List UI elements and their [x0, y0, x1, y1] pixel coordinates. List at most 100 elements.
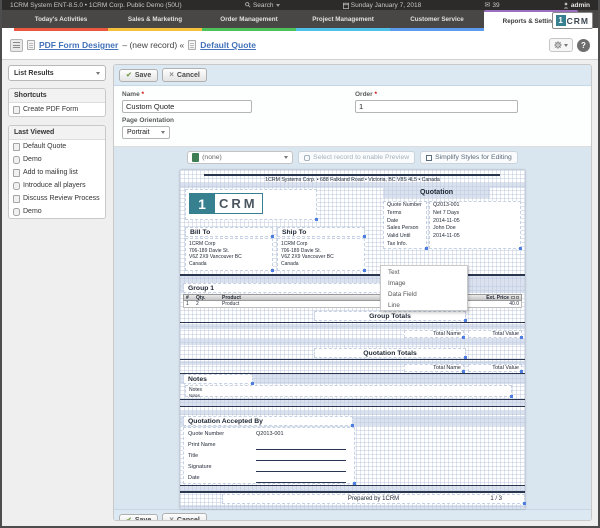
signature-line [256, 482, 346, 483]
pdf-notes-title[interactable]: Notes [183, 374, 254, 385]
designer-context-menu: Text Image Data Field Line [380, 265, 468, 311]
simplify-styles-label: Simplify Styles for Editing [435, 154, 512, 161]
pdf-total-name-cell[interactable]: Total Name [404, 364, 465, 373]
pdf-group-totals-title[interactable]: Group Totals [314, 311, 467, 322]
pdf-total-value-cell[interactable]: Total Value [468, 330, 523, 339]
name-input[interactable] [122, 100, 252, 113]
pdf-total-value-cell[interactable]: Total Value [468, 364, 523, 373]
context-menu-item-line[interactable]: Line [381, 299, 467, 310]
pdf-notes-block[interactable]: Notes Notes [185, 385, 513, 398]
simplify-styles-button[interactable]: Simplify Styles for Editing [420, 151, 518, 164]
calendar-widget[interactable]: Sunday January 7, 2018 [342, 2, 421, 9]
save-button-bottom[interactable]: ✔ Save [119, 513, 159, 521]
list-results-dropdown[interactable]: List Results [8, 65, 106, 81]
pdf-band [180, 339, 525, 345]
notes-line: Notes [189, 393, 200, 398]
check-icon: ✔ [126, 516, 132, 521]
preview-icon [304, 154, 311, 161]
pdf-ship-to-title[interactable]: Ship To [277, 227, 366, 238]
pdf-section-rule[interactable] [180, 485, 525, 486]
required-marker: * [374, 91, 378, 98]
context-menu-item-data-field[interactable]: Data Field [381, 288, 467, 299]
cancel-button[interactable]: × Cancel [162, 68, 207, 82]
pdf-quotation-totals-title[interactable]: Quotation Totals [314, 348, 467, 359]
x-icon: × [169, 515, 174, 521]
tab-order-management[interactable]: Order Management [202, 10, 296, 28]
enable-preview-label: Select record to enable Preview [313, 154, 410, 161]
pdf-field-value: 2014-11-05 [433, 233, 460, 240]
pdf-page-canvas[interactable]: 1CRM Systems Corp. • 688 Falkland Road •… [180, 170, 526, 509]
pdf-total-name-cell[interactable]: Total Name [404, 330, 465, 339]
pdf-ship-to-block[interactable]: 1CRM Corp 706-189 Davie St. V6Z 2X9 Vanc… [277, 238, 366, 272]
pdf-accepted-by-title[interactable]: Quotation Accepted By [183, 416, 354, 427]
col-header-label: Ext. Price [486, 294, 509, 301]
last-viewed-panel: Last Viewed Default Quote Demo Add to ma… [8, 125, 106, 219]
sidebar-item-demo-1[interactable]: Demo [9, 153, 105, 166]
menu-button[interactable] [10, 38, 23, 52]
address-line: 1CRM Corp [281, 241, 308, 247]
accepted-field-row: Title [184, 451, 354, 462]
pdf-bill-to-block[interactable]: 1CRM Corp 706-189 Davie St. V6Z 2X9 Vanc… [185, 238, 274, 272]
column-add-remove-controls[interactable] [511, 295, 519, 300]
tab-project-management[interactable]: Project Management [296, 10, 390, 28]
table-row[interactable]: 1 2 Product ea 20.0 40.0 [183, 301, 522, 308]
module-link[interactable]: PDF Form Designer [39, 40, 118, 50]
pdf-section-rule[interactable] [180, 406, 525, 407]
stripe-segment [202, 28, 296, 31]
pdf-quote-values-block[interactable]: Q2013-001 Net 7 Days 2014-11-05 John Doe… [429, 201, 522, 250]
mail-widget[interactable]: ✉ 39 [485, 1, 500, 10]
accepted-field-label: Print Name [188, 442, 216, 448]
sidebar-item-label: Discuss Review Process [23, 195, 100, 202]
bottom-action-bar: ✔ Save × Cancel [114, 509, 591, 521]
page-orientation-select[interactable]: Portrait [122, 126, 170, 139]
designer-toolbar: (none) Select record to enable Preview S… [114, 151, 591, 164]
pdf-designer-area: (none) Select record to enable Preview S… [114, 147, 591, 509]
pdf-footer-block[interactable]: Prepared by 1CRM 1 / 3 [222, 494, 526, 505]
logo-one-block: 1 [555, 15, 566, 26]
pdf-footer-rule[interactable] [180, 491, 525, 493]
pdf-line-items-table[interactable]: # Qty. Product Ext. Price 1 2 Product ea [183, 294, 522, 308]
pdf-section-rule[interactable] [180, 359, 525, 361]
pdf-quotation-title[interactable]: Quotation [383, 188, 490, 198]
pdf-quote-labels-block[interactable]: Quote Number Terms Date Sales Person Val… [383, 201, 428, 250]
context-menu-item-text[interactable]: Text [381, 266, 467, 277]
context-menu-item-image[interactable]: Image [381, 277, 467, 288]
order-input[interactable] [355, 100, 518, 113]
call-icon [13, 207, 20, 216]
save-button[interactable]: ✔ Save [119, 68, 159, 82]
sidebar-item-discuss-review-process[interactable]: Discuss Review Process [9, 192, 105, 205]
pdf-logo-block[interactable]: 1 CRM [185, 189, 318, 221]
record-select[interactable]: (none) [187, 151, 294, 164]
name-field-group: Name * [122, 91, 355, 113]
record-link[interactable]: Default Quote [200, 40, 256, 50]
sidebar-item-default-quote[interactable]: Default Quote [9, 140, 105, 153]
help-button[interactable]: ? [577, 38, 590, 52]
pdf-bill-to-title[interactable]: Bill To [185, 227, 274, 238]
pdf-header-rule[interactable] [204, 174, 500, 176]
logo-one-block: 1 [189, 193, 215, 214]
breadcrumb-actions: ? [549, 38, 590, 52]
user-menu[interactable]: admin [563, 2, 590, 9]
cancel-button-bottom[interactable]: × Cancel [162, 513, 207, 521]
logo-crm-text: CRM [566, 15, 589, 26]
cell-product: Product [222, 301, 240, 307]
enable-preview-button[interactable]: Select record to enable Preview [298, 151, 416, 164]
cell-qty: 2 [196, 301, 199, 307]
tab-todays-activities[interactable]: Today's Activities [14, 10, 108, 28]
tab-customer-service[interactable]: Customer Service [390, 10, 484, 28]
global-search[interactable]: Search [245, 2, 280, 9]
pdf-accepted-by-block[interactable]: Quote Number Q2013-001 Print Name Title … [183, 427, 356, 485]
signature-line [256, 471, 346, 472]
save-button-label: Save [134, 71, 152, 79]
tab-sales-marketing[interactable]: Sales & Marketing [108, 10, 202, 28]
pdf-section-rule[interactable] [180, 322, 525, 324]
cancel-button-label: Cancel [176, 71, 200, 79]
sidebar-item-add-to-mailing-list[interactable]: Add to mailing list [9, 166, 105, 179]
address-line: Canada [281, 260, 299, 267]
form-row: Name * Order * [122, 91, 583, 113]
pdf-footer-text: Prepared by 1CRM [347, 496, 400, 502]
sidebar-item-demo-2[interactable]: Demo [9, 205, 105, 218]
sidebar-item-introduce-all-players[interactable]: Introduce all players [9, 179, 105, 192]
settings-gear-button[interactable] [549, 38, 573, 52]
sidebar-item-create-pdf-form[interactable]: Create PDF Form [9, 103, 105, 116]
